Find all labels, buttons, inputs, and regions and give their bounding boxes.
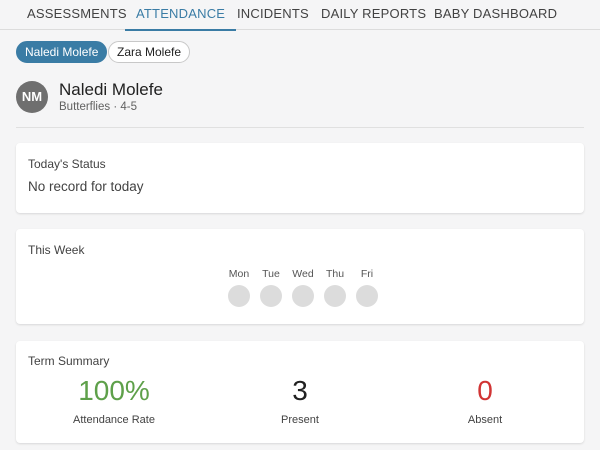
tab-incidents[interactable]: INCIDENTS <box>237 0 309 30</box>
day-status-dot <box>260 285 282 307</box>
attendance-rate-stat: 100% Attendance Rate <box>19 374 209 426</box>
child-profile-header: NM Naledi Molefe Butterflies · 4-5 <box>16 80 584 126</box>
avatar: NM <box>16 81 48 113</box>
card-title: Term Summary <box>28 354 110 368</box>
day-tue: Tue <box>256 268 286 308</box>
day-label: Thu <box>325 268 345 280</box>
todays-status-card: Today's Status No record for today <box>16 143 584 213</box>
absent-label: Absent <box>467 414 503 426</box>
day-fri: Fri <box>352 268 382 308</box>
child-chip-zara[interactable]: Zara Molefe <box>108 41 191 63</box>
top-nav: ASSESSMENTS ATTENDANCE INCIDENTS DAILY R… <box>0 0 600 31</box>
day-status-dot <box>356 285 378 307</box>
day-wed: Wed <box>288 268 318 308</box>
present-stat: 3 Present <box>205 374 395 426</box>
day-label: Mon <box>228 268 250 280</box>
child-chip-naledi[interactable]: Naledi Molefe <box>16 41 108 63</box>
day-status-dot <box>228 285 250 307</box>
day-status-dot <box>324 285 346 307</box>
term-summary-card: Term Summary 100% Attendance Rate 3 Pres… <box>16 341 584 443</box>
child-name: Naledi Molefe <box>59 80 163 99</box>
attendance-rate-label: Attendance Rate <box>73 414 155 426</box>
this-week-card: This Week Mon Tue Wed Thu Fri <box>16 229 584 324</box>
week-days: Mon Tue Wed Thu Fri <box>224 268 379 308</box>
divider <box>16 127 584 128</box>
day-thu: Thu <box>320 268 350 308</box>
tab-baby-dashboard[interactable]: BABY DASHBOARD <box>434 0 557 30</box>
absent-stat: 0 Absent <box>390 374 580 426</box>
tab-daily-reports[interactable]: DAILY REPORTS <box>321 0 426 30</box>
day-label: Wed <box>292 268 314 280</box>
card-title: This Week <box>28 243 85 257</box>
child-group: Butterflies · 4-5 <box>59 101 137 113</box>
card-title: Today's Status <box>28 157 106 171</box>
absent-value: 0 <box>477 375 493 406</box>
present-value: 3 <box>292 375 308 406</box>
day-mon: Mon <box>224 268 254 308</box>
tab-attendance[interactable]: ATTENDANCE <box>124 0 237 31</box>
present-label: Present <box>281 414 319 426</box>
day-label: Tue <box>262 268 280 280</box>
status-text: No record for today <box>28 179 144 194</box>
tab-assessments[interactable]: ASSESSMENTS <box>27 0 127 30</box>
day-status-dot <box>292 285 314 307</box>
attendance-rate-value: 100% <box>78 375 150 406</box>
day-label: Fri <box>360 268 374 280</box>
